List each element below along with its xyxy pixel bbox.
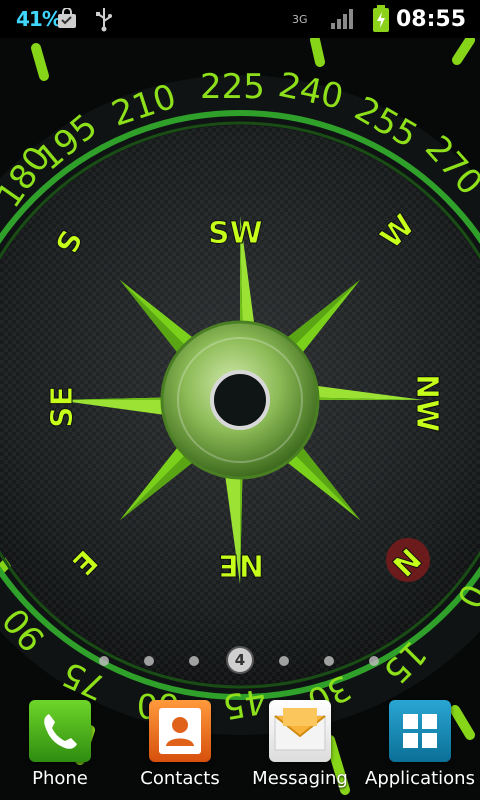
page-dot[interactable] bbox=[324, 656, 334, 666]
dock-item-applications[interactable]: Applications bbox=[360, 690, 480, 800]
messaging-icon[interactable] bbox=[269, 700, 331, 762]
page-dot[interactable] bbox=[279, 656, 289, 666]
dock-label-applications: Applications bbox=[365, 768, 475, 789]
cardinal-label-nw: NW bbox=[409, 374, 444, 432]
status-bar: 41% 3G 08:55 bbox=[0, 0, 480, 38]
hub-hole bbox=[210, 370, 270, 430]
page-dot[interactable] bbox=[189, 656, 199, 666]
cardinal-label-sw: SW bbox=[208, 216, 263, 251]
contacts-icon[interactable] bbox=[149, 700, 211, 762]
dock-item-contacts[interactable]: Contacts bbox=[120, 690, 240, 800]
compass-wallpaper: 180 195 210 225 240 255 270 90 75 60 45 … bbox=[0, 38, 480, 800]
battery-percent: 41% bbox=[16, 7, 62, 31]
network-type: 3G bbox=[292, 12, 308, 26]
current-page-indicator: 4 bbox=[226, 646, 254, 674]
dock-label-messaging: Messaging bbox=[252, 768, 348, 789]
apps-grid-icon[interactable] bbox=[389, 700, 451, 762]
dock-label-phone: Phone bbox=[32, 768, 88, 789]
phone-icon[interactable] bbox=[29, 700, 91, 762]
heading-label-225: 225 bbox=[200, 67, 265, 107]
cardinal-label-ne: NE bbox=[218, 547, 264, 582]
usb-icon bbox=[94, 0, 114, 38]
shopping-bag-icon bbox=[56, 0, 78, 38]
page-dot[interactable] bbox=[99, 656, 109, 666]
signal-icon bbox=[330, 0, 356, 38]
page-indicator-bar: 4 bbox=[0, 646, 480, 676]
page-dot[interactable] bbox=[369, 656, 379, 666]
dock: Phone Contacts Messaging Applications bbox=[0, 690, 480, 800]
dock-item-phone[interactable]: Phone bbox=[0, 690, 120, 800]
dock-item-messaging[interactable]: Messaging bbox=[240, 690, 360, 800]
battery-icon bbox=[372, 0, 390, 38]
page-dot[interactable] bbox=[144, 656, 154, 666]
cardinal-label-se: SE bbox=[45, 386, 80, 428]
dock-label-contacts: Contacts bbox=[140, 768, 220, 789]
clock: 08:55 bbox=[395, 6, 466, 32]
